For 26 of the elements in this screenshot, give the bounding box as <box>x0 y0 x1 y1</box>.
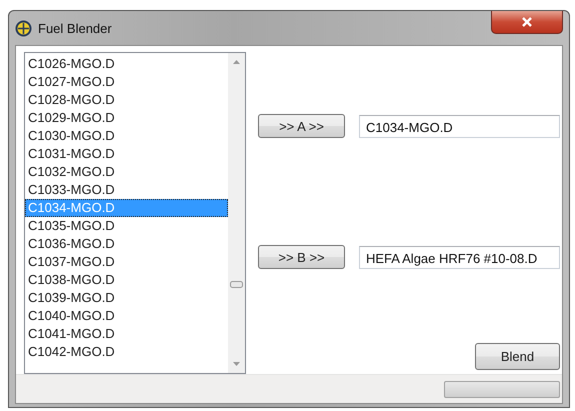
list-item[interactable]: C1029-MGO.D <box>25 109 228 127</box>
list-item[interactable]: C1033-MGO.D <box>25 181 228 199</box>
list-item[interactable]: C1026-MGO.D <box>25 55 228 73</box>
list-item[interactable]: C1042-MGO.D <box>25 343 228 361</box>
close-button[interactable] <box>491 11 563 34</box>
assign-button[interactable]: >> A >> <box>258 114 345 138</box>
list-item[interactable]: C1039-MGO.D <box>25 289 228 307</box>
list-item[interactable]: C1037-MGO.D <box>25 253 228 271</box>
input-field[interactable]: HEFA Algae HRF76 #10-08.D <box>359 246 560 268</box>
list-item[interactable]: C1031-MGO.D <box>25 145 228 163</box>
list-item[interactable]: C1027-MGO.D <box>25 73 228 91</box>
input-field[interactable]: C1034-MGO.D <box>359 114 560 138</box>
list-item[interactable]: C1038-MGO.D <box>25 271 228 289</box>
app-icon <box>15 20 32 36</box>
list-item[interactable]: C1041-MGO.D <box>25 325 228 343</box>
list-item[interactable]: C1028-MGO.D <box>25 91 228 109</box>
list-item[interactable]: C1035-MGO.D <box>25 217 228 235</box>
close-icon <box>521 17 533 27</box>
assign-button[interactable]: >> B >> <box>258 245 345 269</box>
scrollbar[interactable] <box>228 53 245 373</box>
list-item[interactable]: C1036-MGO.D <box>25 235 228 253</box>
list-item[interactable]: C1032-MGO.D <box>25 163 228 181</box>
list-item[interactable]: C1040-MGO.D <box>25 307 228 325</box>
list-item[interactable]: C1030-MGO.D <box>25 127 228 145</box>
blend-button[interactable]: Blend <box>475 343 560 370</box>
window-title: Fuel Blender <box>38 20 112 36</box>
